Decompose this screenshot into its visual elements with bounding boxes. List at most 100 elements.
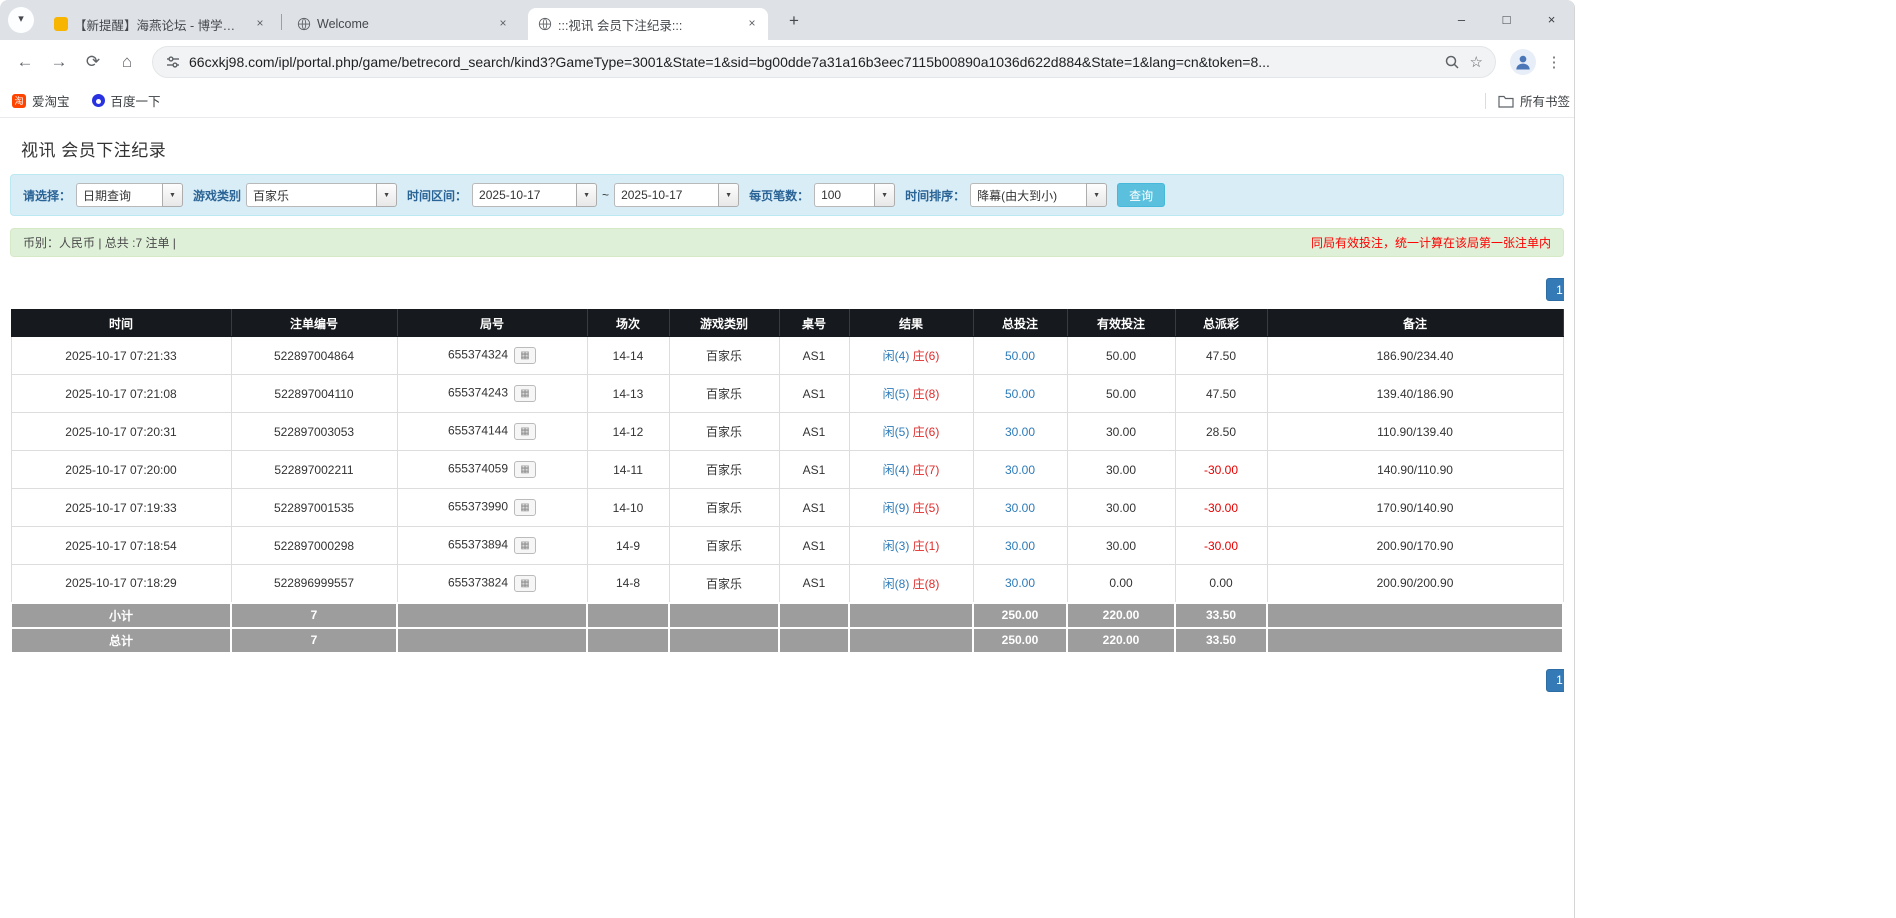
zoom-icon[interactable]: [1444, 54, 1460, 70]
round-result-icon[interactable]: ▦: [514, 537, 536, 554]
date-to-input[interactable]: [614, 183, 718, 207]
baidu-icon: [92, 94, 105, 107]
home-icon[interactable]: ⌂: [110, 52, 144, 72]
tab-bet-records-active[interactable]: :::视讯 会员下注纪录::: ×: [528, 8, 768, 40]
pagination-top: 1: [10, 278, 1564, 301]
tab-welcome[interactable]: Welcome ×: [287, 8, 519, 40]
total-bet-link[interactable]: 30.00: [1005, 539, 1035, 553]
address-bar[interactable]: 66cxkj98.com/ipl/portal.php/game/betreco…: [152, 46, 1496, 78]
tab-close-icon[interactable]: ×: [744, 16, 760, 32]
back-icon[interactable]: ←: [8, 52, 42, 72]
round-result-icon[interactable]: ▦: [514, 461, 536, 478]
col-header-payout: 总派彩: [1175, 310, 1267, 337]
col-header-remark: 备注: [1267, 310, 1563, 337]
total-bet-link[interactable]: 30.00: [1005, 501, 1035, 515]
tab-close-icon[interactable]: ×: [252, 16, 268, 32]
col-header-valid-bet: 有效投注: [1067, 310, 1175, 337]
page-1-button[interactable]: 1: [1546, 669, 1564, 692]
round-number: 655374059: [448, 462, 508, 476]
game-type-dropdown-button[interactable]: ▼: [376, 183, 397, 207]
result-banker: 庄(5): [913, 501, 940, 515]
cell-game-type: 百家乐: [669, 413, 779, 451]
tab-close-icon[interactable]: ×: [495, 16, 511, 32]
cell-result: 闲(3) 庄(1): [849, 527, 973, 565]
maximize-button[interactable]: □: [1484, 0, 1529, 40]
round-result-icon[interactable]: ▦: [514, 423, 536, 440]
new-tab-button[interactable]: +: [782, 9, 806, 33]
cell-time: 2025-10-17 07:21:33: [11, 337, 231, 375]
browser-menu-icon[interactable]: ⋮: [1542, 53, 1566, 71]
total-count: 7: [231, 628, 397, 653]
round-result-icon[interactable]: ▦: [514, 575, 536, 592]
bookmark-taobao[interactable]: 淘 爱淘宝: [12, 91, 70, 110]
cell-payout: -30.00: [1175, 527, 1267, 565]
cell-game-type: 百家乐: [669, 489, 779, 527]
search-button[interactable]: 查询: [1117, 183, 1165, 207]
round-number: 655374243: [448, 386, 508, 400]
page-size-input[interactable]: [814, 183, 874, 207]
tab-haiyan-forum[interactable]: 【新提醒】海燕论坛 - 博学交流 ×: [44, 8, 276, 40]
cell-game-type: 百家乐: [669, 337, 779, 375]
result-player: 闲(3): [883, 539, 910, 553]
cell-result: 闲(4) 庄(6): [849, 337, 973, 375]
tab-title: :::视讯 会员下注纪录:::: [558, 15, 738, 34]
url-text[interactable]: 66cxkj98.com/ipl/portal.php/game/betreco…: [189, 54, 1426, 70]
profile-avatar[interactable]: [1510, 49, 1536, 75]
date-from-dropdown-button[interactable]: ▼: [576, 183, 597, 207]
site-info-icon[interactable]: [165, 54, 181, 70]
pagination-bottom: 1: [10, 669, 1564, 692]
tab-search-button[interactable]: ▾: [8, 7, 34, 33]
cell-total-bet: 30.00: [973, 527, 1067, 565]
query-type-dropdown-button[interactable]: ▼: [162, 183, 183, 207]
minimize-button[interactable]: –: [1439, 0, 1484, 40]
currency-summary-text: 币别：人民币 | 总共 :7 注单 |: [23, 234, 176, 251]
globe-favicon-icon: [538, 17, 552, 31]
cell-session: 14-8: [587, 565, 669, 603]
tab-separator: [281, 14, 282, 30]
cell-session: 14-12: [587, 413, 669, 451]
reload-icon[interactable]: ⟳: [76, 52, 110, 72]
game-type-input[interactable]: [246, 183, 376, 207]
cell-game-type: 百家乐: [669, 527, 779, 565]
total-bet-link[interactable]: 50.00: [1005, 349, 1035, 363]
cell-round: 655373990▦: [397, 489, 587, 527]
sort-dropdown-button[interactable]: ▼: [1086, 183, 1107, 207]
all-bookmarks-button[interactable]: 所有书签: [1485, 91, 1570, 110]
browser-window: ▾ 【新提醒】海燕论坛 - 博学交流 × Welcome × :::视讯 会员下…: [0, 0, 1575, 918]
date-to-combobox: ▼: [614, 183, 739, 207]
forward-icon[interactable]: →: [42, 52, 76, 72]
page-1-button[interactable]: 1: [1546, 278, 1564, 301]
cell-total-bet: 30.00: [973, 413, 1067, 451]
cell-time: 2025-10-17 07:19:33: [11, 489, 231, 527]
result-player: 闲(5): [883, 387, 910, 401]
result-player: 闲(4): [883, 463, 910, 477]
bookmark-baidu[interactable]: 百度一下: [92, 91, 161, 110]
total-bet-link[interactable]: 30.00: [1005, 576, 1035, 590]
bet-records-table: 时间 注单编号 局号 场次 游戏类别 桌号 结果 总投注 有效投注 总派彩 备注…: [10, 309, 1564, 654]
cell-total-bet: 50.00: [973, 375, 1067, 413]
total-bet-link[interactable]: 30.00: [1005, 425, 1035, 439]
cell-remark: 200.90/200.90: [1267, 565, 1563, 603]
page-size-dropdown-button[interactable]: ▼: [874, 183, 895, 207]
total-bet-link[interactable]: 30.00: [1005, 463, 1035, 477]
sort-input[interactable]: [970, 183, 1086, 207]
forum-favicon-icon: [54, 17, 68, 31]
bookmarks-bar: 淘 爱淘宝 百度一下 所有书签: [0, 84, 1574, 118]
tab-search-chevron-icon: ▾: [18, 13, 24, 25]
page-size-label: 每页笔数：: [749, 187, 809, 204]
window-close-button[interactable]: ×: [1529, 0, 1574, 40]
round-result-icon[interactable]: ▦: [514, 385, 536, 402]
cell-round: 655374324▦: [397, 337, 587, 375]
cell-valid-bet: 30.00: [1067, 489, 1175, 527]
round-result-icon[interactable]: ▦: [514, 347, 536, 364]
round-result-icon[interactable]: ▦: [514, 499, 536, 516]
date-to-dropdown-button[interactable]: ▼: [718, 183, 739, 207]
date-range-tilde: ~: [602, 188, 609, 202]
query-type-input[interactable]: [76, 183, 162, 207]
total-bet-link[interactable]: 50.00: [1005, 387, 1035, 401]
cell-payout: 47.50: [1175, 337, 1267, 375]
result-banker: 庄(1): [913, 539, 940, 553]
date-from-input[interactable]: [472, 183, 576, 207]
subtotal-row: 小计 7 250.00 220.00 33.50: [11, 603, 1563, 628]
bookmark-star-icon[interactable]: ☆: [1470, 53, 1483, 71]
